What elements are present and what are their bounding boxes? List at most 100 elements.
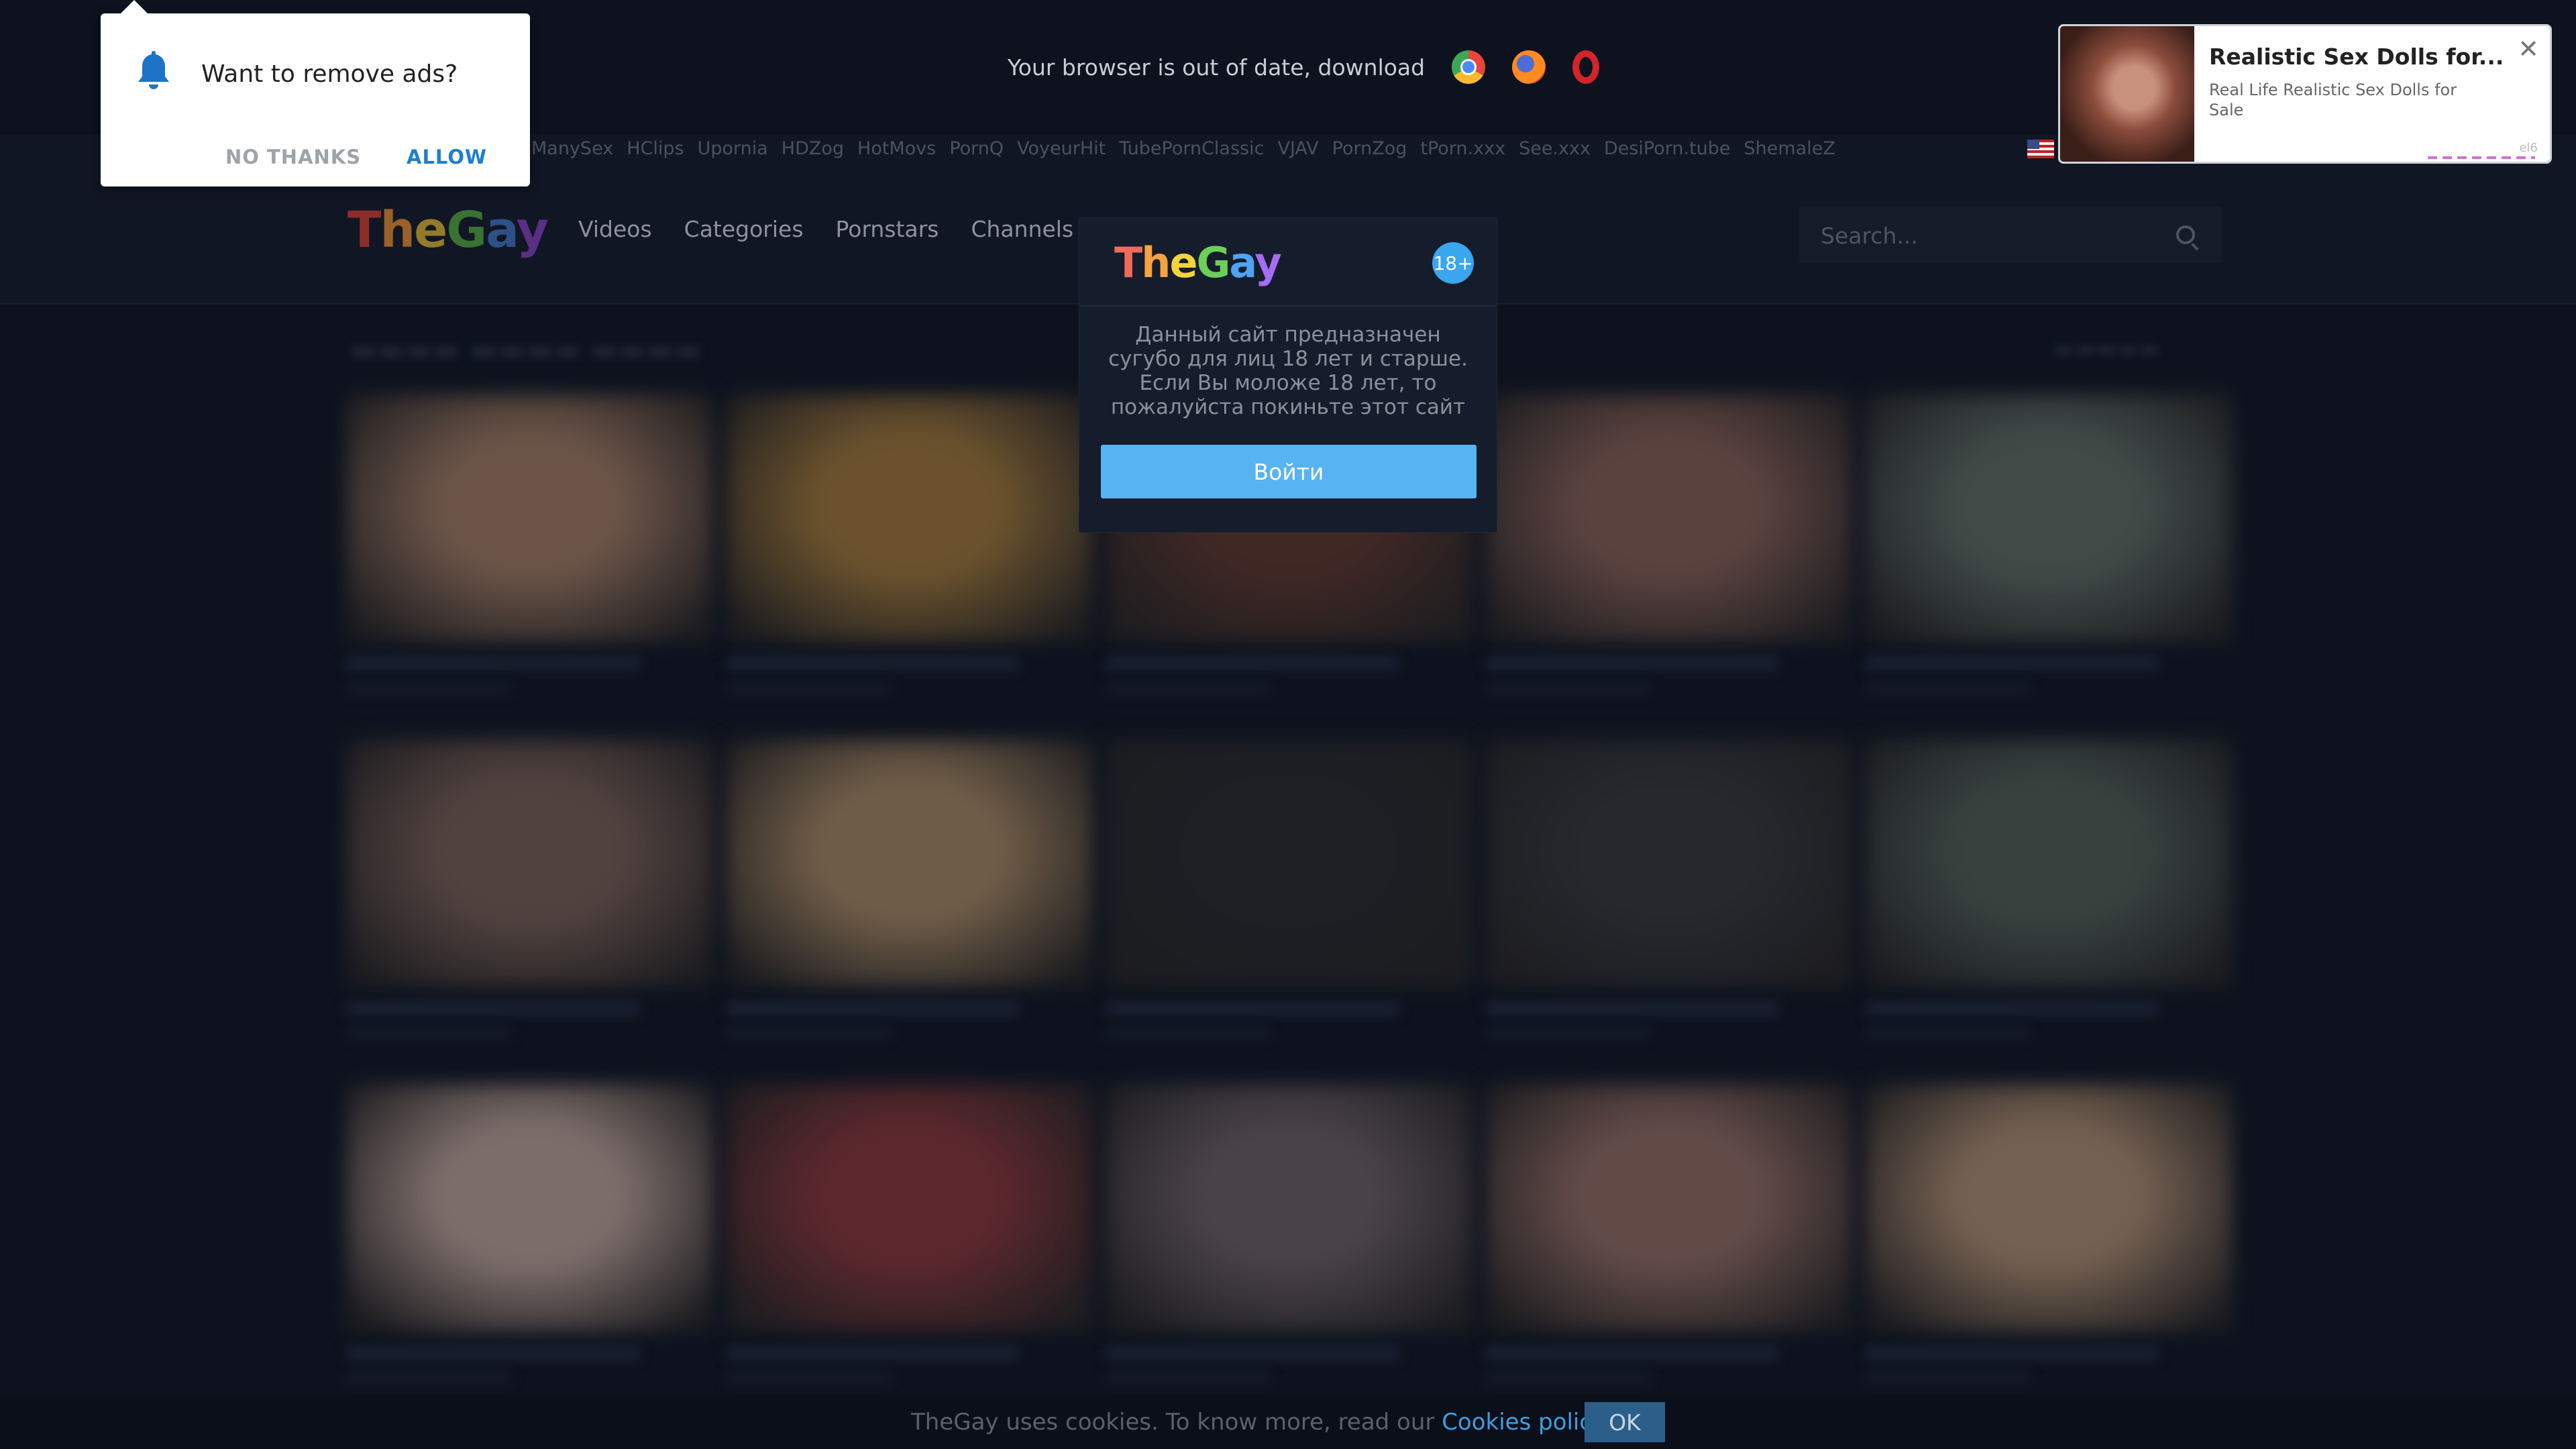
video-meta-blurred (726, 1373, 892, 1383)
video-card[interactable] (1485, 394, 1853, 710)
video-title-blurred[interactable] (726, 656, 1020, 671)
no-thanks-button[interactable]: NO THANKS (221, 145, 365, 169)
chrome-icon[interactable] (1452, 50, 1486, 84)
video-card[interactable] (346, 394, 714, 710)
partner-link[interactable]: PornZog (1332, 138, 1407, 159)
video-title-blurred[interactable] (726, 1001, 1020, 1016)
partner-link[interactable]: HClips (627, 138, 684, 159)
video-meta-blurred (726, 1028, 892, 1038)
video-meta-blurred (1485, 1028, 1651, 1038)
nav-categories[interactable]: Categories (684, 216, 804, 242)
video-meta-blurred (1106, 683, 1271, 694)
us-flag-icon[interactable] (2027, 140, 2054, 158)
video-thumbnail[interactable] (1485, 1084, 1853, 1332)
partner-link[interactable]: See.xxx (1519, 138, 1591, 159)
video-meta-blurred (1106, 1028, 1271, 1038)
opera-icon[interactable] (1572, 50, 1600, 84)
partner-link[interactable]: HDZog (782, 138, 844, 159)
video-meta-blurred (1485, 683, 1651, 694)
video-title-blurred[interactable] (1106, 1001, 1400, 1016)
partner-link[interactable]: DesiPorn.tube (1604, 138, 1731, 159)
video-thumbnail[interactable] (1865, 394, 2233, 643)
video-title-blurred[interactable] (1865, 1346, 2159, 1360)
partner-link[interactable]: ManySex (531, 138, 613, 159)
video-thumbnail[interactable] (346, 739, 714, 987)
partner-link[interactable]: ShemaleZ (1744, 138, 1835, 159)
ad-title[interactable]: Realistic Sex Dolls for... (2209, 44, 2504, 70)
age-verification-modal: TheGay 18+ Данный сайт предназначен сугу… (1079, 217, 1497, 533)
video-card[interactable] (1485, 739, 1853, 1055)
search-icon[interactable] (2176, 225, 2195, 244)
search-box (1799, 207, 2222, 264)
video-card[interactable] (346, 1084, 714, 1399)
cookie-text: TheGay uses cookies. To know more, read … (911, 1409, 1609, 1436)
partner-link[interactable]: VoyeurHit (1017, 138, 1106, 159)
age-warning-text: Данный сайт предназначен сугубо для лиц … (1108, 323, 1468, 419)
video-card[interactable] (726, 739, 1093, 1055)
partner-link[interactable]: tPorn.xxx (1420, 138, 1505, 159)
nav-videos[interactable]: Videos (578, 216, 652, 242)
search-input[interactable] (1819, 207, 2157, 264)
push-notification-prompt: Want to remove ads? NO THANKS ALLOW (101, 0, 530, 186)
video-title-blurred[interactable] (1865, 1001, 2159, 1016)
video-thumbnail[interactable] (1485, 739, 1853, 987)
video-card[interactable] (1485, 1084, 1853, 1399)
video-meta-blurred (1106, 1373, 1271, 1383)
video-card[interactable] (346, 739, 714, 1055)
cookie-bar: TheGay uses cookies. To know more, read … (0, 1395, 2576, 1449)
modal-header: TheGay 18+ (1079, 218, 1497, 307)
video-title-blurred[interactable] (1485, 656, 1780, 671)
native-ad[interactable]: Realistic Sex Dolls for... Real Life Rea… (2058, 24, 2552, 164)
video-meta-blurred (1865, 1373, 2031, 1383)
video-title-blurred[interactable] (1865, 656, 2159, 671)
video-thumbnail[interactable] (726, 739, 1093, 987)
partner-link[interactable]: PornQ (949, 138, 1004, 159)
video-thumbnail[interactable] (1106, 1084, 1473, 1332)
firefox-icon[interactable] (1512, 50, 1546, 84)
video-title-blurred[interactable] (1106, 1346, 1400, 1360)
close-icon[interactable]: ✕ (2518, 34, 2539, 64)
video-title-blurred[interactable] (1106, 656, 1400, 671)
ad-description[interactable]: Real Life Realistic Sex Dolls for Sale (2209, 80, 2491, 120)
video-meta-blurred (346, 1028, 512, 1038)
video-card[interactable] (1106, 739, 1473, 1055)
ad-progress-dashes (2428, 156, 2535, 159)
video-card[interactable] (1106, 1084, 1473, 1399)
enter-button[interactable]: Войти (1101, 445, 1477, 498)
partner-link[interactable]: Upornia (698, 138, 768, 159)
partner-link[interactable]: HotMovs (857, 138, 936, 159)
video-thumbnail[interactable] (346, 1084, 714, 1332)
video-thumbnail[interactable] (1106, 739, 1473, 987)
video-thumbnail[interactable] (346, 394, 714, 643)
video-thumbnail[interactable] (1485, 394, 1853, 643)
video-thumbnail[interactable] (726, 394, 1093, 643)
video-card[interactable] (1865, 1084, 2233, 1399)
partner-links: ManySex HClips Upornia HDZog HotMovs PornQ Voy… (531, 138, 1835, 159)
partner-link[interactable]: TubePornClassic (1119, 138, 1264, 159)
video-title-blurred[interactable] (346, 1001, 641, 1016)
nav-channels[interactable]: Channels (971, 216, 1073, 242)
video-title-blurred[interactable] (1485, 1346, 1780, 1360)
main-nav: Videos Categories Pornstars Channels (578, 216, 1073, 242)
video-card[interactable] (726, 1084, 1093, 1399)
video-card[interactable] (726, 394, 1093, 710)
video-meta-blurred (346, 683, 512, 694)
video-card[interactable] (1865, 394, 2233, 710)
nav-pornstars[interactable]: Pornstars (836, 216, 939, 242)
video-card[interactable] (1865, 739, 2233, 1055)
allow-button[interactable]: ALLOW (402, 145, 491, 169)
video-title-blurred[interactable] (346, 1346, 641, 1360)
age-18-badge: 18+ (1432, 242, 1474, 284)
video-thumbnail[interactable] (1865, 1084, 2233, 1332)
video-thumbnail[interactable] (726, 1084, 1093, 1332)
ad-image[interactable] (2060, 26, 2194, 162)
video-title-blurred[interactable] (1485, 1001, 1780, 1016)
video-thumbnail[interactable] (1865, 739, 2233, 987)
video-title-blurred[interactable] (726, 1346, 1020, 1360)
video-title-blurred[interactable] (346, 656, 641, 671)
site-logo[interactable]: TheGay (347, 201, 549, 259)
browser-notice-text: Your browser is out of date, download (1008, 54, 1426, 80)
push-question: Want to remove ads? (201, 60, 458, 88)
partner-link[interactable]: VJAV (1277, 138, 1318, 159)
cookie-ok-button[interactable]: OK (1585, 1402, 1665, 1442)
